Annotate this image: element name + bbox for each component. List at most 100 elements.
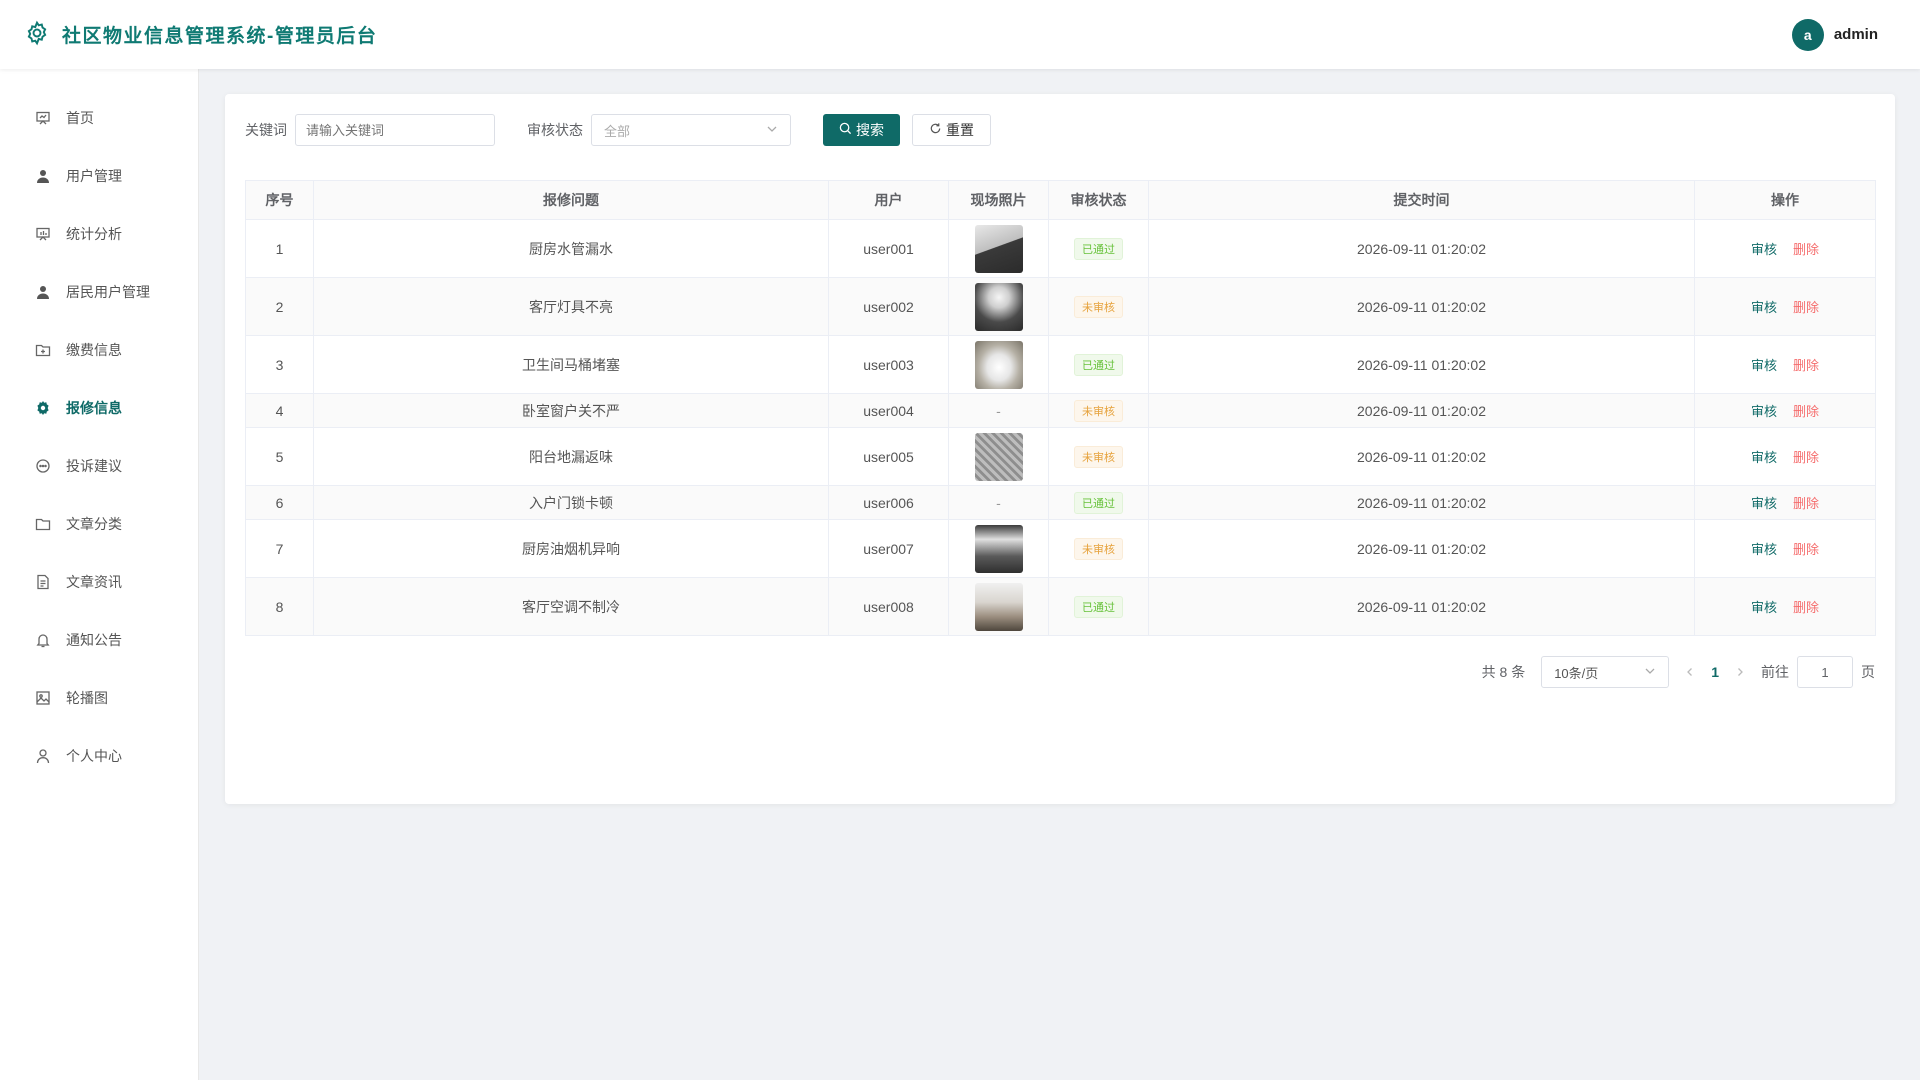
goto-page-input[interactable]: 1: [1797, 656, 1853, 688]
status-label: 审核状态: [527, 122, 583, 138]
sidebar-item-11[interactable]: 个人中心: [0, 727, 198, 785]
table-header-row: 序号 报修问题 用户 现场照片 审核状态 提交时间 操作: [245, 180, 1876, 220]
sidebar-item-label: 首页: [66, 110, 94, 126]
filter-bar: 关键词 审核状态 全部 搜索 重置: [245, 114, 1875, 146]
repair-photo[interactable]: [974, 582, 1023, 631]
table-row: 7 厨房油烟机异响 user007 未审核 2026-09-11 01:20:02 审核 删…: [245, 519, 1876, 578]
row-no: 3: [245, 335, 314, 394]
row-actions: 审核 删除: [1694, 519, 1876, 578]
user-menu[interactable]: a admin: [1791, 18, 1896, 51]
sidebar-item-5[interactable]: 报修信息: [0, 379, 198, 437]
next-page-button[interactable]: [1735, 664, 1745, 680]
row-status-cell: 已通过: [1048, 485, 1149, 520]
repair-photo[interactable]: [974, 282, 1023, 331]
chevron-down-icon: [1644, 665, 1656, 680]
status-badge: 未审核: [1074, 399, 1123, 422]
page-number-current[interactable]: 1: [1711, 664, 1719, 680]
chevron-down-icon: [766, 123, 778, 138]
row-status-cell: 已通过: [1048, 335, 1149, 394]
search-button[interactable]: 搜索: [823, 114, 900, 146]
status-select[interactable]: 全部: [591, 114, 791, 146]
column-header: 序号: [245, 180, 314, 220]
sidebar-item-1[interactable]: 用户管理: [0, 147, 198, 205]
sidebar-item-6[interactable]: 投诉建议: [0, 437, 198, 495]
gear-icon: [24, 20, 50, 49]
sidebar-item-9[interactable]: 通知公告: [0, 611, 198, 669]
delete-button[interactable]: 删除: [1793, 358, 1819, 373]
audit-button[interactable]: 审核: [1751, 300, 1777, 315]
audit-button[interactable]: 审核: [1751, 496, 1777, 511]
delete-button[interactable]: 删除: [1793, 450, 1819, 465]
row-status-cell: 未审核: [1048, 519, 1149, 578]
chat-icon: [34, 457, 52, 475]
row-issue: 入户门锁卡顿: [313, 485, 829, 520]
avatar[interactable]: a: [1791, 18, 1824, 51]
row-issue: 客厅空调不制冷: [313, 577, 829, 636]
sidebar-item-10[interactable]: 轮播图: [0, 669, 198, 727]
sidebar-item-2[interactable]: 统计分析: [0, 205, 198, 263]
audit-button[interactable]: 审核: [1751, 600, 1777, 615]
audit-button[interactable]: 审核: [1751, 450, 1777, 465]
column-header: 现场照片: [948, 180, 1049, 220]
row-issue: 厨房水管漏水: [313, 219, 829, 278]
repair-photo[interactable]: [974, 340, 1023, 389]
top-header: 社区物业信息管理系统-管理员后台 a admin: [0, 0, 1920, 69]
repair-photo[interactable]: [974, 432, 1023, 481]
row-actions: 审核 删除: [1694, 219, 1876, 278]
delete-button[interactable]: 删除: [1793, 242, 1819, 257]
audit-button[interactable]: 审核: [1751, 358, 1777, 373]
table-row: 4 卧室窗户关不严 user004- 未审核 2026-09-11 01:20:02 审核…: [245, 393, 1876, 428]
status-badge: 已通过: [1074, 353, 1123, 376]
sidebar-item-label: 通知公告: [66, 632, 122, 648]
row-status-cell: 未审核: [1048, 277, 1149, 336]
row-photo-cell: [948, 427, 1049, 486]
keyword-input[interactable]: [295, 114, 495, 146]
row-user: user005: [828, 427, 949, 486]
row-photo-cell: [948, 219, 1049, 278]
audit-button[interactable]: 审核: [1751, 542, 1777, 557]
repair-photo[interactable]: [974, 524, 1023, 573]
repair-photo[interactable]: [974, 224, 1023, 273]
table-row: 1 厨房水管漏水 user001 已通过 2026-09-11 01:20:02 审核 删除: [245, 219, 1876, 278]
reset-button[interactable]: 重置: [912, 114, 991, 146]
row-no: 2: [245, 277, 314, 336]
row-time: 2026-09-11 01:20:02: [1148, 219, 1695, 278]
username[interactable]: admin: [1834, 26, 1878, 43]
delete-button[interactable]: 删除: [1793, 404, 1819, 419]
delete-button[interactable]: 删除: [1793, 496, 1819, 511]
status-badge: 已通过: [1074, 491, 1123, 514]
no-photo: -: [996, 402, 1001, 419]
column-header: 操作: [1694, 180, 1876, 220]
audit-button[interactable]: 审核: [1751, 242, 1777, 257]
delete-button[interactable]: 删除: [1793, 300, 1819, 315]
audit-button[interactable]: 审核: [1751, 404, 1777, 419]
page-suffix: 页: [1861, 664, 1875, 680]
app-title: 社区物业信息管理系统-管理员后台: [62, 26, 378, 47]
row-no: 1: [245, 219, 314, 278]
row-actions: 审核 删除: [1694, 335, 1876, 394]
sidebar-item-label: 文章资讯: [66, 574, 122, 590]
table-row: 2 客厅灯具不亮 user002 未审核 2026-09-11 01:20:02 审核 删除: [245, 277, 1876, 336]
sidebar-item-0[interactable]: 首页: [0, 89, 198, 147]
status-badge: 未审核: [1074, 295, 1123, 318]
page-size-select[interactable]: 10条/页: [1541, 656, 1670, 688]
delete-button[interactable]: 删除: [1793, 542, 1819, 557]
sidebar-item-7[interactable]: 文章分类: [0, 495, 198, 553]
sidebar-item-8[interactable]: 文章资讯: [0, 553, 198, 611]
search-icon: [839, 122, 852, 138]
delete-button[interactable]: 删除: [1793, 600, 1819, 615]
row-no: 4: [245, 393, 314, 428]
row-user: user004: [828, 393, 949, 428]
sidebar-item-3[interactable]: 居民用户管理: [0, 263, 198, 321]
row-user: user008: [828, 577, 949, 636]
prev-page-button[interactable]: [1685, 664, 1695, 680]
row-status-cell: 未审核: [1048, 427, 1149, 486]
row-user: user007: [828, 519, 949, 578]
chart-icon: [34, 225, 52, 243]
row-photo-cell: [948, 277, 1049, 336]
sidebar-item-4[interactable]: 缴费信息: [0, 321, 198, 379]
sidebar-item-label: 用户管理: [66, 168, 122, 184]
row-time: 2026-09-11 01:20:02: [1148, 577, 1695, 636]
user-icon: [34, 167, 52, 185]
row-actions: 审核 删除: [1694, 277, 1876, 336]
